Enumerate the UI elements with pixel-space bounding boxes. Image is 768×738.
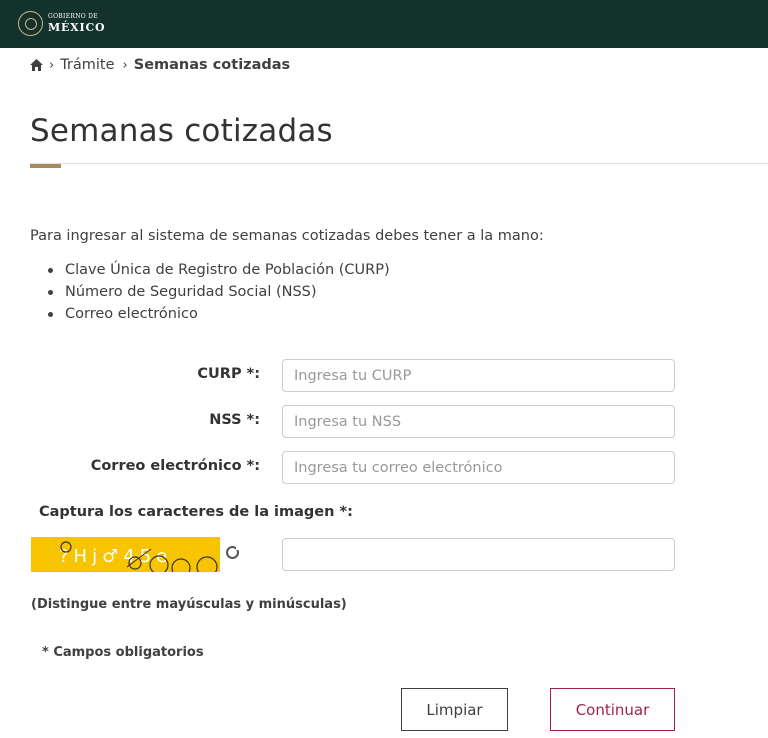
top-navbar: GOBIERNO DE MÉXICO [0, 0, 768, 48]
breadcrumb-separator: › [122, 57, 128, 73]
logo-line-1: GOBIERNO DE [48, 12, 98, 20]
clear-button[interactable]: Limpiar [401, 688, 508, 731]
breadcrumb: › Trámite › Semanas cotizadas [30, 56, 290, 74]
home-icon[interactable] [30, 59, 43, 71]
breadcrumb-separator: › [49, 57, 55, 73]
title-divider [30, 163, 768, 164]
intro-text: Para ingresar al sistema de semanas coti… [30, 228, 544, 244]
requirements-list: Clave Única de Registro de Población (CU… [48, 259, 390, 325]
curp-input[interactable] [282, 359, 675, 392]
title-accent-bar [30, 164, 61, 168]
case-sensitive-hint: (Distingue entre mayúsculas y minúsculas… [31, 597, 347, 612]
nss-input[interactable] [282, 405, 675, 438]
national-seal-icon [18, 10, 43, 36]
email-label: Correo electrónico *: [90, 458, 260, 474]
gobierno-mexico-logo[interactable]: GOBIERNO DE MÉXICO [18, 9, 105, 37]
curp-label: CURP *: [197, 366, 260, 382]
breadcrumb-current: Semanas cotizadas [133, 57, 291, 73]
logo-line-2: MÉXICO [48, 20, 106, 34]
list-item: Clave Única de Registro de Población (CU… [48, 259, 390, 281]
email-input[interactable] [282, 451, 675, 484]
page-title: Semanas cotizadas [30, 113, 333, 149]
required-fields-note: * Campos obligatorios [42, 645, 204, 660]
captcha-label: Captura los caracteres de la imagen *: [39, 504, 353, 520]
breadcrumb-link-tramite[interactable]: Trámite [60, 57, 114, 73]
captcha-image: ?Hj♂45e [31, 537, 220, 572]
list-item: Correo electrónico [48, 303, 390, 325]
list-item: Número de Seguridad Social (NSS) [48, 281, 390, 303]
continue-button[interactable]: Continuar [550, 688, 675, 731]
captcha-input[interactable] [282, 538, 675, 571]
logo-text: GOBIERNO DE MÉXICO [48, 12, 106, 34]
refresh-captcha-icon[interactable] [226, 546, 240, 559]
nss-label: NSS *: [209, 412, 260, 428]
